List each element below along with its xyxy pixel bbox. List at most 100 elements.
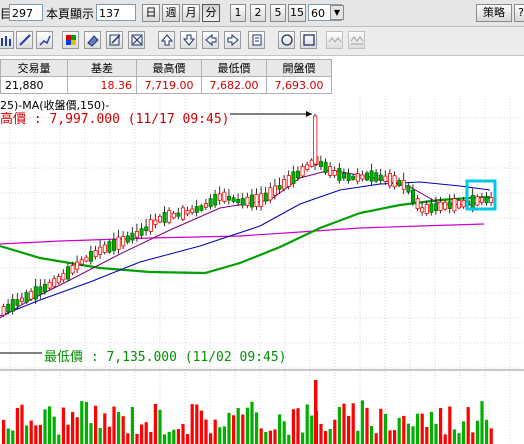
volume-bar <box>135 433 139 444</box>
volume-bar <box>144 422 148 444</box>
arrow-left-icon[interactable] <box>202 31 219 49</box>
volume-bar <box>439 408 443 444</box>
volume-bar <box>462 421 466 444</box>
volume-bar <box>213 419 217 444</box>
pencil-line-icon[interactable] <box>16 31 33 49</box>
candle-body <box>438 201 443 211</box>
edit-icon[interactable] <box>106 31 123 49</box>
candle-body <box>93 250 98 258</box>
top-toolbar: 目 297 本頁顯示 137 日 週 月 分 1 2 5 15 60 ▼ 策略 … <box>0 0 524 27</box>
volume-bar <box>264 431 268 444</box>
arrow-up-icon[interactable] <box>158 31 175 49</box>
candle-body <box>406 185 411 193</box>
ma-short-line <box>0 169 491 319</box>
candle-body <box>433 203 438 211</box>
candle-body <box>33 286 38 300</box>
period-day-button[interactable]: 日 <box>142 4 160 22</box>
candle-body <box>167 210 172 223</box>
help-button[interactable]: ? <box>514 4 524 22</box>
volume-bar <box>236 407 240 444</box>
candlestick-chart[interactable] <box>0 96 524 444</box>
stats-header-high: 最高價 <box>136 59 202 77</box>
candle-body <box>323 161 328 174</box>
volume-bar <box>416 413 420 444</box>
volume-bar <box>301 432 305 444</box>
candle-body <box>470 194 475 209</box>
strategy-button[interactable]: 策略 <box>476 4 512 22</box>
stats-header-low: 最低價 <box>201 59 267 77</box>
chevron-down-icon[interactable]: ▼ <box>330 5 344 20</box>
volume-bar <box>287 434 291 444</box>
wave-icon-1[interactable] <box>326 31 343 49</box>
candle-body <box>61 272 66 281</box>
arrow-right-icon[interactable] <box>224 31 241 49</box>
eraser-icon[interactable] <box>84 31 101 49</box>
candle-body <box>360 174 365 180</box>
minute-2-button[interactable]: 2 <box>250 4 266 22</box>
stats-header-open: 開盤價 <box>266 59 332 77</box>
volume-bar <box>319 423 323 444</box>
volume-bar-peak <box>314 380 318 444</box>
document-icon[interactable] <box>248 31 265 49</box>
volume-bar <box>107 426 111 444</box>
count-input[interactable]: 297 <box>9 4 43 21</box>
square-icon[interactable] <box>300 31 317 49</box>
candle-body <box>401 180 406 190</box>
volume-bar <box>351 403 355 444</box>
candle-body <box>305 164 310 170</box>
candle-body <box>144 226 149 232</box>
arrow-down-icon[interactable] <box>180 31 197 49</box>
volume-bar <box>452 429 456 444</box>
candle-body <box>277 185 282 190</box>
volume-bar <box>186 434 190 444</box>
candle-body <box>346 173 351 182</box>
candle-body <box>199 205 204 211</box>
volume-bar <box>420 413 424 444</box>
minute-15-button[interactable]: 15 <box>288 4 306 22</box>
page-show-label: 本頁顯示 <box>46 7 95 21</box>
cross-box-icon[interactable] <box>128 31 145 49</box>
candle-body <box>10 298 15 312</box>
candle-body <box>148 219 153 232</box>
volume-bar <box>457 433 461 444</box>
volume-bar <box>80 401 84 444</box>
stats-value-basis: 18.36 <box>67 76 137 94</box>
stats-header-volume: 交易量 <box>0 59 68 77</box>
minute-1-button[interactable]: 1 <box>230 4 246 22</box>
candle-body <box>245 196 250 206</box>
volume-bar <box>333 419 337 444</box>
candle-body <box>116 236 121 250</box>
volume-bar <box>429 411 433 444</box>
candle-body <box>222 191 227 202</box>
high-price-annotation: 高價 : 7,997.000 (11/17 09:45) <box>0 112 230 127</box>
volume-bar <box>328 428 332 444</box>
candle-body <box>231 197 236 202</box>
color-palette-icon[interactable] <box>62 31 79 49</box>
bar-chart-icon[interactable] <box>0 31 14 49</box>
volume-bar <box>57 434 61 444</box>
candle-body <box>254 194 259 207</box>
candle-body <box>378 174 383 181</box>
pencil-draw-icon[interactable] <box>36 31 53 49</box>
candle-body <box>397 180 402 186</box>
minute-5-button[interactable]: 5 <box>270 4 286 22</box>
circle-icon[interactable] <box>278 31 295 49</box>
candle-body <box>410 189 415 203</box>
wave-icon-2[interactable] <box>348 31 365 49</box>
candle-body <box>194 206 199 213</box>
volume-bar <box>218 427 222 444</box>
candle-body <box>328 166 333 176</box>
volume-bar <box>397 417 401 444</box>
volume-bar <box>20 404 24 444</box>
volume-bar <box>121 416 125 444</box>
volume-bar <box>199 410 203 444</box>
volume-bar <box>324 431 328 444</box>
volume-bar <box>370 426 374 444</box>
period-minute-button[interactable]: 分 <box>202 4 220 22</box>
candle-body <box>429 203 434 213</box>
page-show-input[interactable]: 137 <box>96 4 136 21</box>
volume-bar <box>84 401 88 444</box>
period-month-button[interactable]: 月 <box>182 4 200 22</box>
period-week-button[interactable]: 週 <box>162 4 180 22</box>
candle-body <box>171 212 176 219</box>
